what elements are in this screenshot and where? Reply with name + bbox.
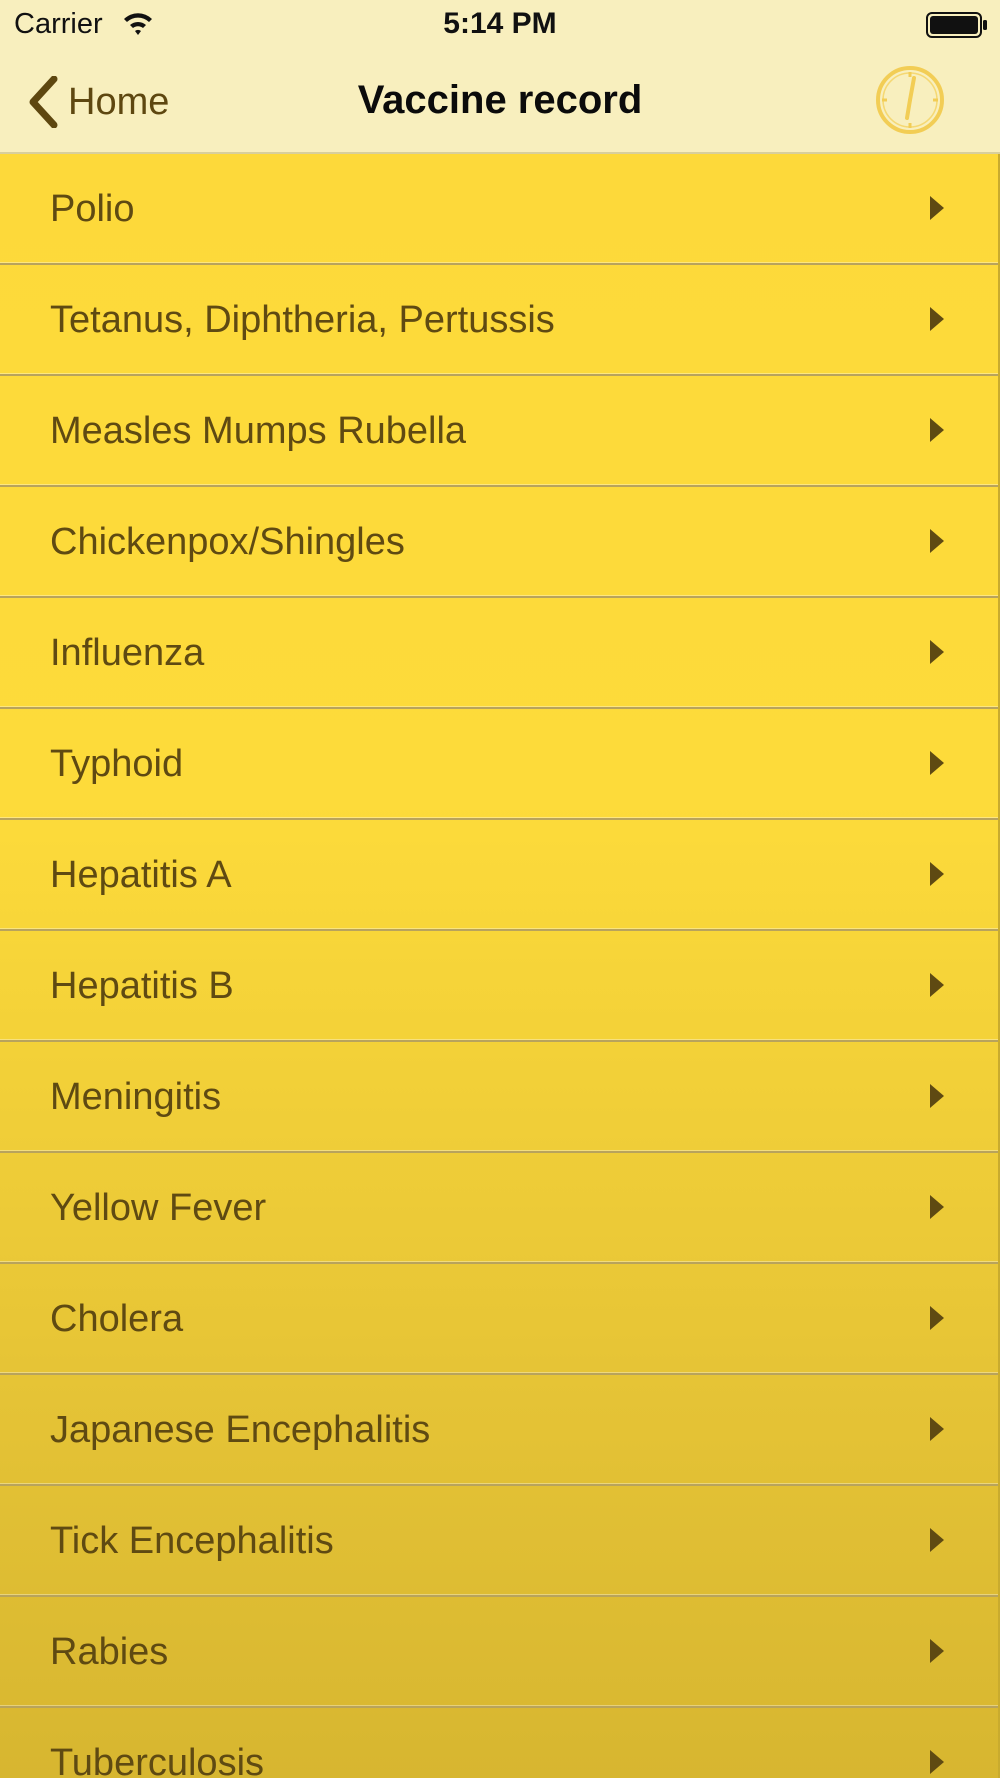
disclosure-arrow-icon <box>930 640 944 664</box>
list-item-label: Tuberculosis <box>50 1742 265 1778</box>
list-item-label: Hepatitis A <box>50 854 232 896</box>
disclosure-arrow-icon <box>930 1639 944 1663</box>
navigation-bar: Home Vaccine record <box>0 50 1000 154</box>
status-time: 5:14 PM <box>443 7 557 40</box>
disclosure-arrow-icon <box>930 1417 944 1441</box>
clock-icon <box>876 66 944 134</box>
list-item[interactable]: Typhoid <box>0 709 1000 820</box>
list-item[interactable]: Cholera <box>0 1264 1000 1375</box>
list-item-label: Tick Encephalitis <box>50 1520 334 1562</box>
disclosure-arrow-icon <box>930 1528 944 1552</box>
list-item[interactable]: Chickenpox/Shingles <box>0 487 1000 598</box>
list-item-label: Measles Mumps Rubella <box>50 410 467 452</box>
list-item[interactable]: Measles Mumps Rubella <box>0 376 1000 487</box>
list-item-label: Cholera <box>50 1298 184 1340</box>
disclosure-arrow-icon <box>930 418 944 442</box>
list-item[interactable]: Meningitis <box>0 1042 1000 1153</box>
list-item-label: Influenza <box>50 632 205 674</box>
disclosure-arrow-icon <box>930 751 944 775</box>
history-button[interactable] <box>874 64 946 136</box>
disclosure-arrow-icon <box>930 1084 944 1108</box>
disclosure-arrow-icon <box>930 1750 944 1774</box>
list-item[interactable]: Rabies <box>0 1597 1000 1708</box>
list-item[interactable]: Tetanus, Diphtheria, Pertussis <box>0 265 1000 376</box>
list-item[interactable]: Yellow Fever <box>0 1153 1000 1264</box>
disclosure-arrow-icon <box>930 196 944 220</box>
disclosure-arrow-icon <box>930 973 944 997</box>
list-item[interactable]: Japanese Encephalitis <box>0 1375 1000 1486</box>
list-item[interactable]: Influenza <box>0 598 1000 709</box>
list-item-label: Yellow Fever <box>50 1187 267 1229</box>
list-item[interactable]: Hepatitis B <box>0 931 1000 1042</box>
disclosure-arrow-icon <box>930 1306 944 1330</box>
list-item[interactable]: Hepatitis A <box>0 820 1000 931</box>
status-bar: Carrier 5:14 PM <box>0 0 1000 50</box>
top-bar: Carrier 5:14 PM Home Vaccine record <box>0 0 1000 154</box>
battery-icon <box>926 12 987 38</box>
list-item-label: Typhoid <box>50 743 184 785</box>
list-item-label: Polio <box>50 188 135 230</box>
disclosure-arrow-icon <box>930 307 944 331</box>
vaccine-list: Polio Tetanus, Diphtheria, Pertussis Mea… <box>0 154 1000 1778</box>
list-item-label: Rabies <box>50 1631 169 1673</box>
list-item[interactable]: Tuberculosis <box>0 1708 1000 1778</box>
list-item-label: Tetanus, Diphtheria, Pertussis <box>50 299 555 341</box>
list-item-label: Chickenpox/Shingles <box>50 521 405 563</box>
disclosure-arrow-icon <box>930 862 944 886</box>
disclosure-arrow-icon <box>930 1195 944 1219</box>
page-title: Vaccine record <box>357 78 643 122</box>
list-item[interactable]: Polio <box>0 154 1000 265</box>
list-item-label: Meningitis <box>50 1076 222 1118</box>
list-item-label: Hepatitis B <box>50 965 234 1007</box>
disclosure-arrow-icon <box>930 529 944 553</box>
list-item[interactable]: Tick Encephalitis <box>0 1486 1000 1597</box>
list-item-label: Japanese Encephalitis <box>50 1409 431 1451</box>
